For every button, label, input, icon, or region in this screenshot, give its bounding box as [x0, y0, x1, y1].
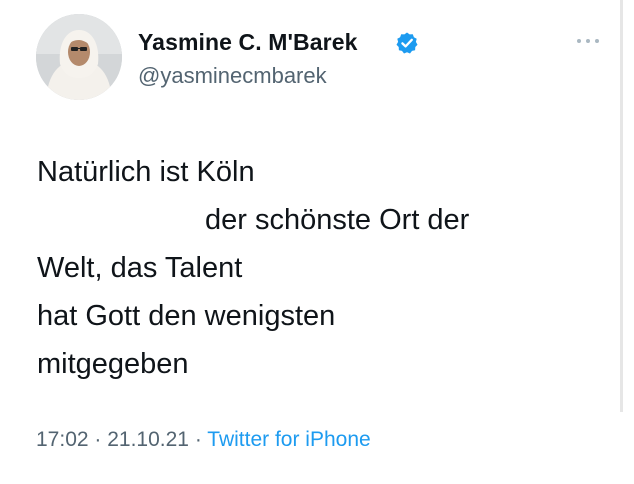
scrollbar[interactable]: [620, 0, 623, 412]
display-name[interactable]: Yasmine C. M'Barek: [138, 29, 357, 56]
tweet-line: mitgegeben: [37, 348, 189, 380]
verified-badge-icon: [396, 32, 418, 54]
meta-separator: ·: [188, 428, 208, 451]
tweet-line: der schönste Ort der: [205, 204, 470, 236]
avatar[interactable]: [36, 14, 122, 100]
tweet-line: Welt, das Talent: [37, 252, 243, 284]
meta-separator: ·: [88, 428, 108, 451]
tweet-source-link[interactable]: Twitter for iPhone: [207, 428, 370, 451]
tweet-meta: 17:02 · 21.10.21 · Twitter for iPhone: [36, 428, 371, 452]
tweet-card: Yasmine C. M'Barek @yasminecmbarek Natür…: [0, 0, 634, 484]
avatar-image: [36, 14, 122, 100]
tweet-date[interactable]: 21.10.21: [107, 428, 189, 451]
more-options-icon[interactable]: [573, 35, 603, 47]
tweet-text: Natürlich ist Köln der schönste Ort der …: [37, 148, 597, 388]
tweet-line: hat Gott den wenigsten: [37, 300, 336, 332]
tweet-time[interactable]: 17:02: [36, 428, 89, 451]
tweet-line: Natürlich ist Köln: [37, 156, 255, 188]
handle[interactable]: @yasminecmbarek: [138, 63, 327, 89]
